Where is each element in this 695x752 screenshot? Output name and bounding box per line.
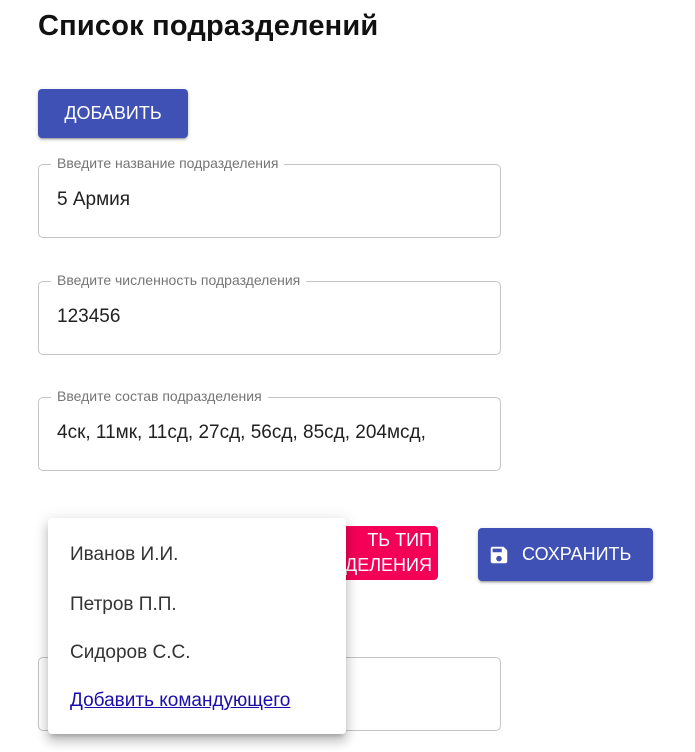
unit-composition-field[interactable]: Введите состав подразделения [38, 388, 501, 471]
unit-composition-label: Введите состав подразделения [51, 388, 268, 404]
add-commander-link[interactable]: Добавить командующего [70, 690, 290, 712]
unit-name-field[interactable]: Введите название подразделения [38, 155, 501, 238]
save-icon [490, 546, 508, 563]
unit-strength-label: Введите численность подразделения [51, 272, 307, 288]
menu-item-sidorov[interactable]: Сидоров С.С. [70, 642, 191, 664]
save-button-label: СОХРАНИТЬ [522, 544, 632, 564]
menu-item-ivanov[interactable]: Иванов И.И. [70, 544, 178, 566]
unit-composition-input[interactable] [57, 422, 495, 444]
save-button[interactable]: СОХРАНИТЬ [478, 528, 653, 581]
menu-item-petrov[interactable]: Петров П.П. [70, 594, 177, 616]
select-unit-type-button[interactable]: ТЬ ТИП ДЕЛЕНИЯ [330, 526, 438, 580]
unit-name-label: Введите название подразделения [51, 155, 285, 171]
unit-strength-field[interactable]: Введите численность подразделения [38, 272, 501, 355]
commander-menu: Иванов И.И. Петров П.П. Сидоров С.С. Доб… [48, 518, 346, 734]
unit-name-input[interactable] [57, 189, 495, 211]
unit-strength-input[interactable] [57, 306, 495, 328]
page-title: Список подразделений [38, 10, 379, 42]
add-button[interactable]: ДОБАВИТЬ [38, 89, 188, 138]
